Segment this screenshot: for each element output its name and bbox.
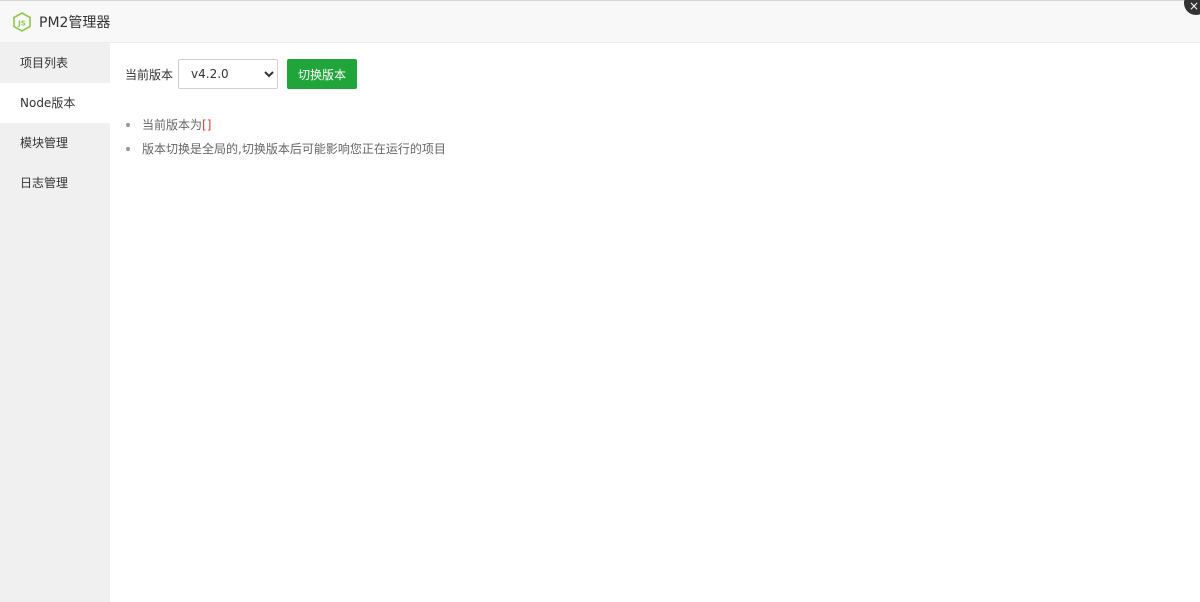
sidebar-item-module-management[interactable]: 模块管理 (0, 123, 110, 163)
tip-global-warning: 版本切换是全局的,切换版本后可能影响您正在运行的项目 (124, 137, 446, 161)
pm2-manager-window: JS PM2管理器 × 项目列表 Node版本 模块管理 日志管理 当前版本 v… (0, 0, 1200, 602)
window-title: PM2管理器 (39, 14, 111, 31)
nodejs-icon: JS (12, 11, 32, 33)
sidebar-item-node-version[interactable]: Node版本 (0, 83, 110, 123)
title-bar: JS PM2管理器 × (0, 0, 1200, 43)
main-content: 当前版本 v4.2.0 切换版本 当前版本为[] 版本切换是全局的,切换版本后可… (110, 43, 1200, 602)
version-toolbar: 当前版本 v4.2.0 切换版本 (125, 59, 358, 89)
sidebar-item-log-management[interactable]: 日志管理 (0, 163, 110, 203)
tip-current-version-value: [] (202, 118, 212, 132)
tips-list: 当前版本为[] 版本切换是全局的,切换版本后可能影响您正在运行的项目 (124, 113, 446, 161)
sidebar: 项目列表 Node版本 模块管理 日志管理 (0, 43, 110, 602)
tip-current-version-text: 当前版本为 (142, 118, 203, 132)
version-select[interactable]: v4.2.0 (178, 59, 279, 89)
svg-text:JS: JS (17, 19, 26, 27)
tip-current-version: 当前版本为[] (124, 113, 446, 137)
close-icon[interactable]: × (1184, 0, 1200, 15)
current-version-label: 当前版本 (125, 67, 174, 82)
sidebar-item-project-list[interactable]: 项目列表 (0, 43, 110, 83)
switch-version-button[interactable]: 切换版本 (287, 59, 358, 89)
